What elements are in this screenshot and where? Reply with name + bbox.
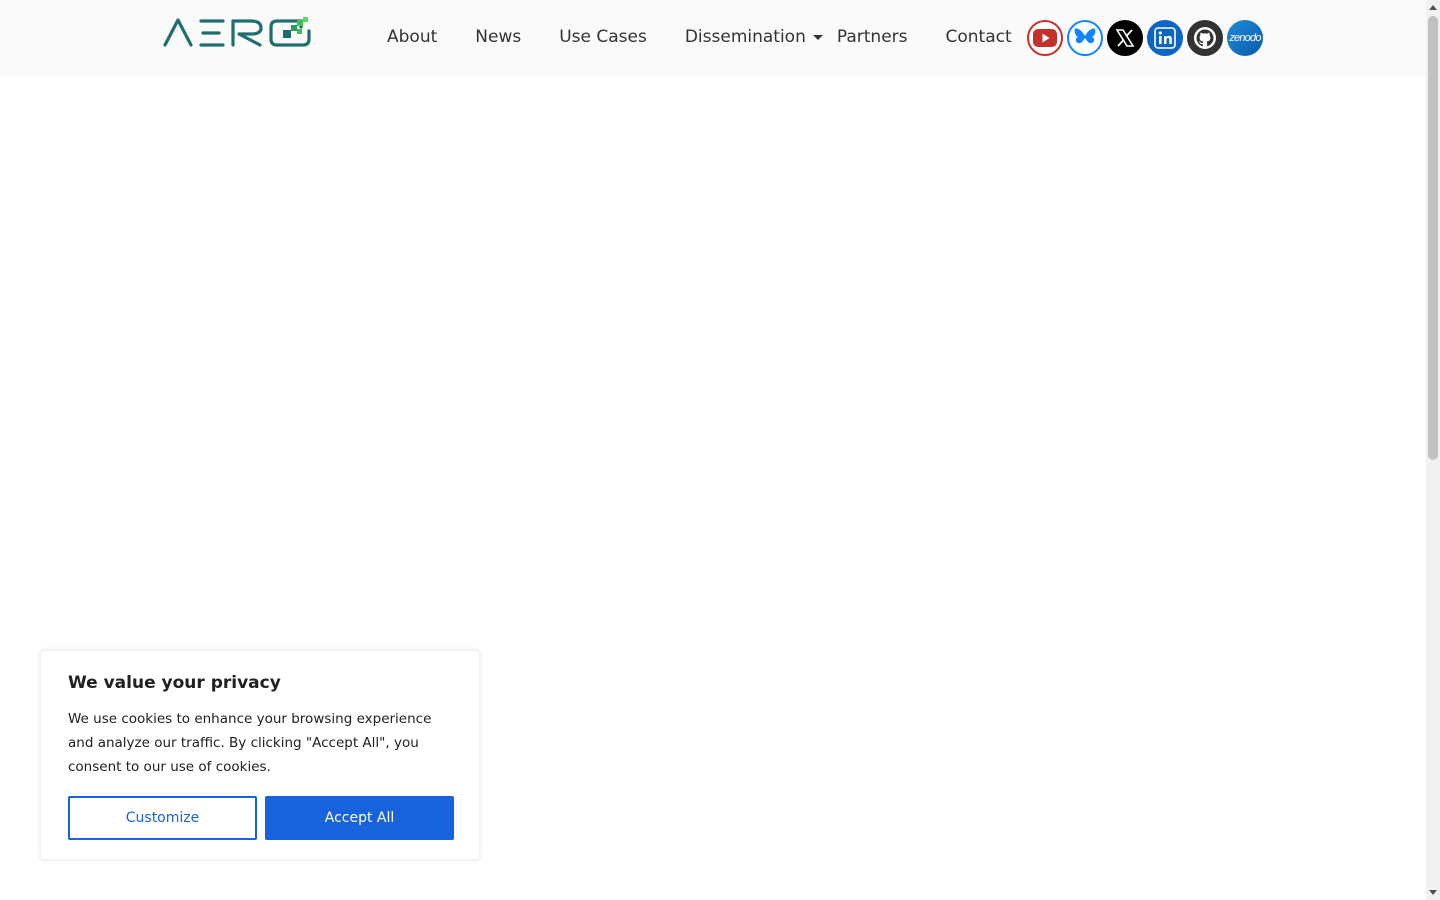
- aero-logo-graphic: [163, 17, 311, 47]
- github-icon[interactable]: [1187, 20, 1223, 56]
- customize-button[interactable]: Customize: [68, 796, 257, 840]
- accept-all-button[interactable]: Accept All: [265, 796, 454, 840]
- vertical-scrollbar[interactable]: [1426, 0, 1440, 900]
- nav-contact[interactable]: Contact: [946, 27, 1012, 47]
- scroll-up-arrow-icon[interactable]: [1429, 5, 1437, 10]
- linkedin-icon[interactable]: [1147, 20, 1183, 56]
- youtube-icon[interactable]: [1027, 20, 1063, 56]
- scrollbar-thumb[interactable]: [1428, 16, 1438, 460]
- scroll-down-arrow-icon[interactable]: [1429, 890, 1437, 895]
- main-nav: About News Use Cases Dissemination Partn…: [387, 26, 1012, 48]
- nav-use-cases[interactable]: Use Cases: [559, 27, 647, 47]
- x-icon[interactable]: [1107, 20, 1143, 56]
- bluesky-icon[interactable]: [1067, 20, 1103, 56]
- chevron-down-icon[interactable]: [812, 35, 823, 40]
- nav-dissemination[interactable]: Dissemination: [685, 27, 823, 47]
- cookie-consent-banner: We value your privacy We use cookies to …: [40, 650, 480, 860]
- zenodo-label: zenodo: [1229, 32, 1261, 44]
- zenodo-icon[interactable]: zenodo: [1227, 20, 1263, 56]
- aero-logo[interactable]: [163, 17, 311, 49]
- nav-partners[interactable]: Partners: [837, 27, 908, 47]
- nav-dissemination-label: Dissemination: [684, 27, 806, 47]
- nav-news[interactable]: News: [475, 27, 521, 47]
- cookie-banner-text: We use cookies to enhance your browsing …: [68, 711, 432, 775]
- social-links: zenodo: [1027, 20, 1267, 56]
- cookie-banner-title: We value your privacy: [68, 673, 281, 693]
- nav-about[interactable]: About: [387, 27, 437, 47]
- cookie-banner-actions: Customize Accept All: [68, 796, 454, 840]
- site-header: About News Use Cases Dissemination Partn…: [0, 0, 1426, 76]
